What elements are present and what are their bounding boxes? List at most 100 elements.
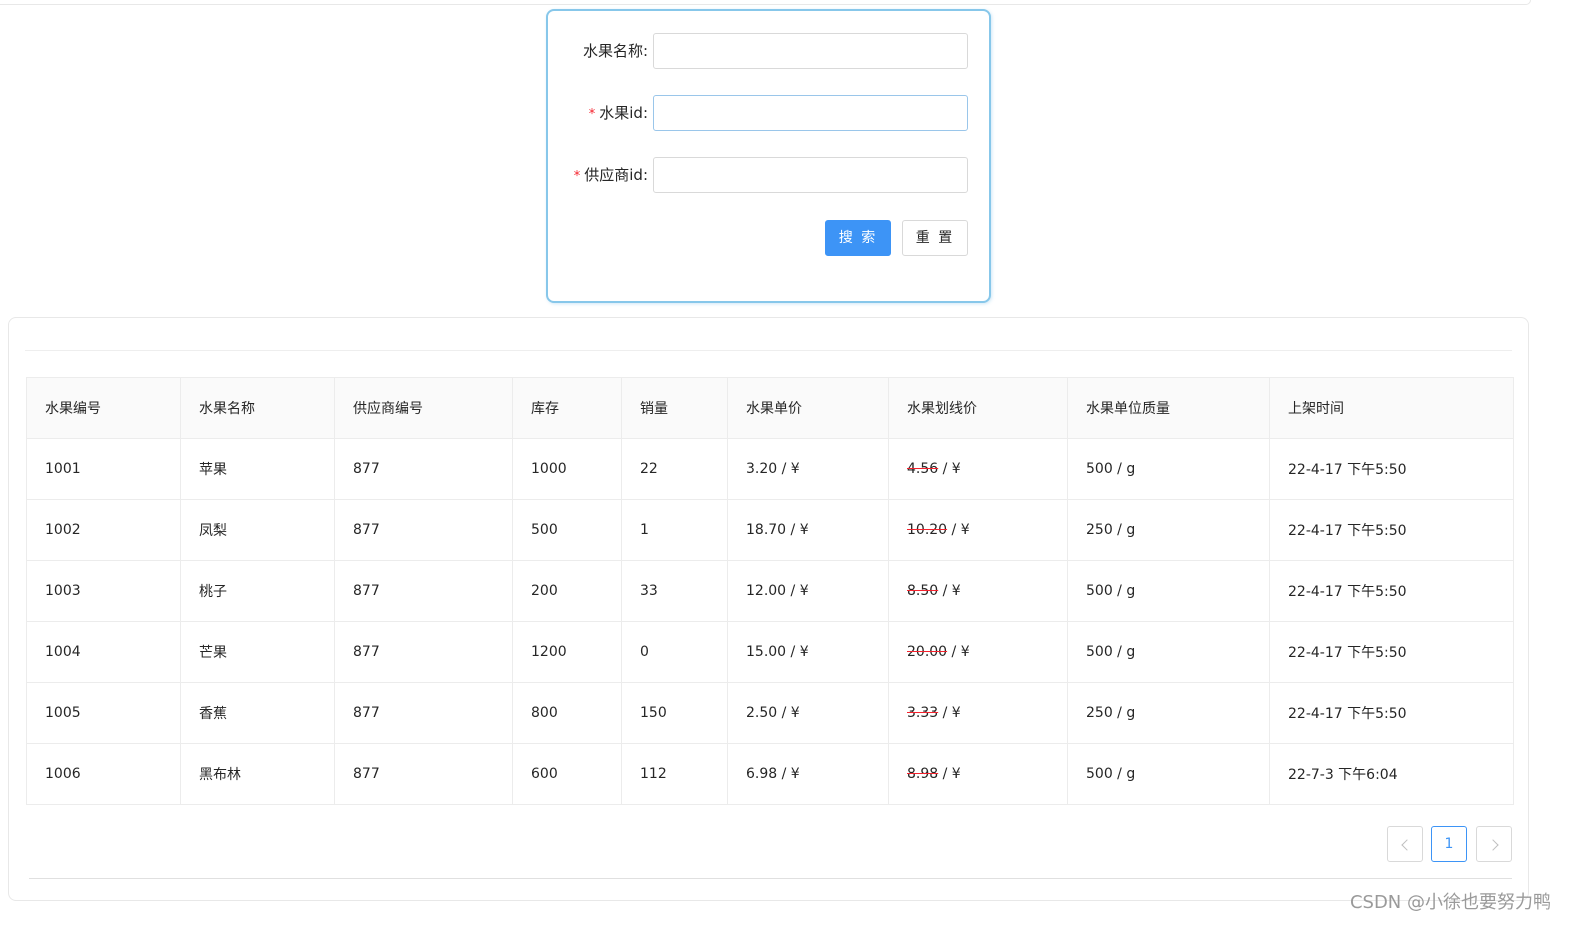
table-row[interactable]: 1005 香蕉 877 800 150 2.50 / ¥ 3.33 / ¥ 25… (26, 682, 1514, 744)
cell-fruit-id: 1006 (26, 743, 181, 805)
strike-price-value: 3.33 (907, 705, 939, 721)
pagination-page-1[interactable]: 1 (1431, 826, 1467, 862)
column-header-strike-price[interactable]: 水果划线价 (888, 377, 1068, 439)
cell-stock: 600 (512, 743, 622, 805)
price-value: 15.00 (746, 644, 787, 660)
strike-price-unit: / ¥ (947, 522, 970, 538)
table-header-row: 水果编号 水果名称 供应商编号 库存 销量 水果单价 水果划线价 水果单位质量 … (26, 377, 1514, 439)
cell-fruit-name: 凤梨 (180, 499, 335, 561)
column-header-supplier-id[interactable]: 供应商编号 (334, 377, 513, 439)
form-row-supplier-id: * 供应商id: (548, 157, 989, 193)
cell-unit-weight: 500 / g (1067, 621, 1270, 683)
price-unit: / ¥ (777, 461, 800, 477)
cell-strike-price: 8.98 / ¥ (888, 743, 1068, 805)
pagination-prev-button[interactable] (1387, 826, 1423, 862)
strike-price-value: 4.56 (907, 461, 939, 477)
cell-listed-time: 22-4-17 下午5:50 (1269, 682, 1514, 744)
cell-strike-price: 8.50 / ¥ (888, 560, 1068, 622)
column-header-sales[interactable]: 销量 (621, 377, 728, 439)
cell-price: 12.00 / ¥ (727, 560, 889, 622)
search-button[interactable]: 搜 索 (825, 220, 891, 256)
cell-fruit-id: 1003 (26, 560, 181, 622)
required-mark: * (588, 107, 596, 122)
fruit-name-input[interactable] (653, 33, 968, 69)
price-unit: / ¥ (786, 644, 809, 660)
column-header-stock[interactable]: 库存 (512, 377, 622, 439)
results-card: 水果编号 水果名称 供应商编号 库存 销量 水果单价 水果划线价 水果单位质量 … (8, 317, 1529, 901)
cell-unit-weight: 500 / g (1067, 743, 1270, 805)
cell-stock: 1200 (512, 621, 622, 683)
cell-supplier-id: 877 (334, 743, 513, 805)
fruit-name-label: 水果名称: (582, 42, 648, 60)
cell-listed-time: 22-4-17 下午5:50 (1269, 621, 1514, 683)
cell-sales: 150 (621, 682, 728, 744)
strike-price-value: 20.00 (907, 644, 948, 660)
cell-supplier-id: 877 (334, 438, 513, 500)
column-header-listed-time[interactable]: 上架时间 (1269, 377, 1514, 439)
cell-fruit-id: 1005 (26, 682, 181, 744)
form-row-fruit-name: 水果名称: (548, 33, 989, 69)
cell-price: 2.50 / ¥ (727, 682, 889, 744)
strike-price-unit: / ¥ (938, 583, 961, 599)
cell-price: 3.20 / ¥ (727, 438, 889, 500)
table-row[interactable]: 1002 凤梨 877 500 1 18.70 / ¥ 10.20 / ¥ 25… (26, 499, 1514, 561)
cell-sales: 22 (621, 438, 728, 500)
price-unit: / ¥ (786, 583, 809, 599)
required-mark: * (573, 169, 581, 184)
table-row[interactable]: 1006 黑布林 877 600 112 6.98 / ¥ 8.98 / ¥ 5… (26, 743, 1514, 805)
cell-fruit-id: 1002 (26, 499, 181, 561)
cell-fruit-name: 芒果 (180, 621, 335, 683)
cell-fruit-name: 黑布林 (180, 743, 335, 805)
supplier-id-input[interactable] (653, 157, 968, 193)
cell-fruit-id: 1001 (26, 438, 181, 500)
supplier-id-label: * 供应商id: (573, 166, 648, 184)
column-header-unit-weight[interactable]: 水果单位质量 (1067, 377, 1270, 439)
pagination-next-button[interactable] (1476, 826, 1512, 862)
chevron-left-icon (1400, 839, 1413, 851)
price-unit: / ¥ (786, 522, 809, 538)
fruit-table: 水果编号 水果名称 供应商编号 库存 销量 水果单价 水果划线价 水果单位质量 … (26, 377, 1514, 805)
cell-sales: 1 (621, 499, 728, 561)
column-header-price[interactable]: 水果单价 (727, 377, 889, 439)
cell-supplier-id: 877 (334, 499, 513, 561)
cell-fruit-id: 1004 (26, 621, 181, 683)
cell-strike-price: 10.20 / ¥ (888, 499, 1068, 561)
card-bottom-divider (29, 878, 1512, 879)
cell-supplier-id: 877 (334, 621, 513, 683)
chevron-right-icon (1486, 839, 1499, 851)
price-unit: / ¥ (777, 705, 800, 721)
table-row[interactable]: 1003 桃子 877 200 33 12.00 / ¥ 8.50 / ¥ 50… (26, 560, 1514, 622)
cell-strike-price: 3.33 / ¥ (888, 682, 1068, 744)
price-value: 18.70 (746, 522, 787, 538)
form-row-fruit-id: * 水果id: (548, 95, 989, 131)
strike-price-unit: / ¥ (938, 766, 961, 782)
cell-fruit-name: 苹果 (180, 438, 335, 500)
fruit-id-label: * 水果id: (588, 104, 648, 122)
cell-unit-weight: 250 / g (1067, 499, 1270, 561)
cell-stock: 800 (512, 682, 622, 744)
top-divider (0, 0, 1531, 5)
cell-price: 6.98 / ¥ (727, 743, 889, 805)
cell-listed-time: 22-4-17 下午5:50 (1269, 499, 1514, 561)
search-form-card: 水果名称: * 水果id: * 供应商id: 搜 索 重 置 (546, 9, 991, 303)
cell-listed-time: 22-4-17 下午5:50 (1269, 438, 1514, 500)
table-row[interactable]: 1001 苹果 877 1000 22 3.20 / ¥ 4.56 / ¥ 50… (26, 438, 1514, 500)
price-value: 6.98 (746, 766, 778, 782)
reset-button[interactable]: 重 置 (902, 220, 968, 256)
table-row[interactable]: 1004 芒果 877 1200 0 15.00 / ¥ 20.00 / ¥ 5… (26, 621, 1514, 683)
price-unit: / ¥ (777, 766, 800, 782)
fruit-id-input[interactable] (653, 95, 968, 131)
price-value: 2.50 (746, 705, 778, 721)
cell-stock: 200 (512, 560, 622, 622)
cell-fruit-name: 桃子 (180, 560, 335, 622)
column-header-fruit-name[interactable]: 水果名称 (180, 377, 335, 439)
strike-price-value: 8.50 (907, 583, 939, 599)
cell-stock: 500 (512, 499, 622, 561)
cell-supplier-id: 877 (334, 682, 513, 744)
cell-unit-weight: 500 / g (1067, 438, 1270, 500)
cell-price: 15.00 / ¥ (727, 621, 889, 683)
card-divider (25, 350, 1512, 351)
cell-fruit-name: 香蕉 (180, 682, 335, 744)
column-header-fruit-id[interactable]: 水果编号 (26, 377, 181, 439)
strike-price-value: 8.98 (907, 766, 939, 782)
